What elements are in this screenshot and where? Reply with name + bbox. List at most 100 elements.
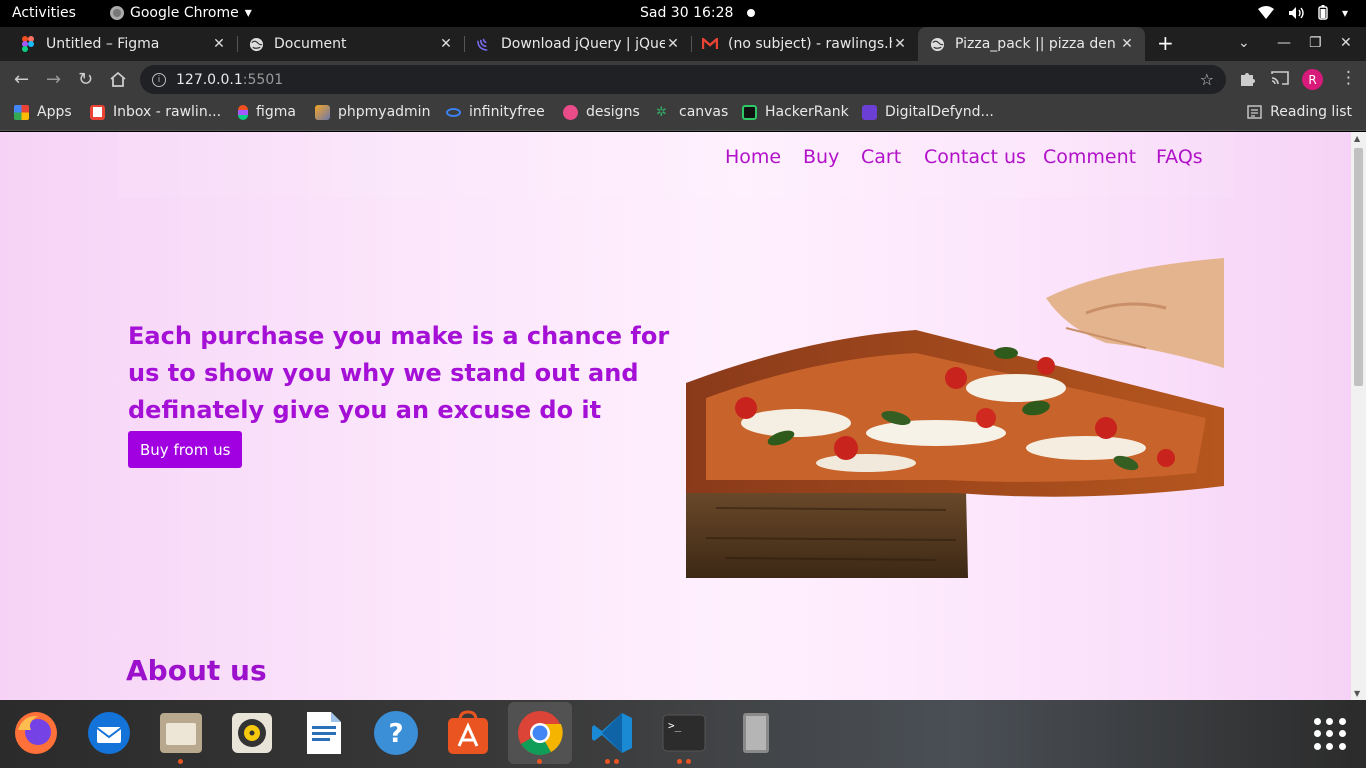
- bookmark-apps[interactable]: Apps: [14, 104, 72, 120]
- tab-title: Untitled – Figma: [46, 36, 160, 52]
- window-close-icon[interactable]: ✕: [1340, 35, 1352, 51]
- bookmark-canvas[interactable]: ✲ canvas: [656, 104, 728, 120]
- page-scrollbar[interactable]: ▲ ▼: [1351, 132, 1366, 700]
- gmail-icon: [90, 104, 105, 120]
- scroll-up-arrow-icon[interactable]: ▲: [1354, 134, 1360, 143]
- nav-cart[interactable]: Cart: [861, 146, 901, 168]
- clock[interactable]: Sad 30 16:28: [640, 5, 756, 21]
- avatar-initial: R: [1308, 72, 1317, 87]
- site-info-icon[interactable]: i: [152, 72, 166, 87]
- web-page: Home Buy Cart Contact us Comment FAQs Ea…: [0, 132, 1351, 700]
- bookmark-label: DigitalDefynd...: [885, 104, 994, 120]
- bookmark-digitaldefynd[interactable]: DigitalDefynd...: [862, 104, 994, 120]
- close-icon[interactable]: ✕: [211, 36, 227, 52]
- infinityfree-icon: [446, 107, 461, 117]
- vscode-icon: [592, 713, 632, 753]
- dock-thunderbird[interactable]: [84, 708, 134, 758]
- tab-jquery[interactable]: Download jQuery | jQue ✕: [464, 27, 691, 61]
- bookmark-inbox[interactable]: Inbox - rawlin...: [90, 104, 221, 120]
- home-icon[interactable]: [109, 71, 127, 88]
- back-arrow-icon[interactable]: ←: [14, 69, 29, 90]
- bookmarks-bar: Apps Inbox - rawlin... figma phpmyadmin …: [0, 98, 1366, 131]
- nav-contact-us[interactable]: Contact us: [924, 146, 1026, 168]
- nav-home[interactable]: Home: [725, 146, 781, 168]
- reading-list-button[interactable]: Reading list: [1247, 104, 1352, 120]
- svg-text:>_: >_: [668, 719, 682, 732]
- tab-title: Document: [274, 36, 347, 52]
- close-icon[interactable]: ✕: [1119, 36, 1135, 52]
- maximize-icon[interactable]: ❐: [1309, 35, 1322, 51]
- running-indicator: [537, 759, 542, 764]
- wifi-icon: [1257, 5, 1274, 19]
- app-menu[interactable]: Google Chrome ▾: [110, 5, 252, 21]
- dock-files[interactable]: [156, 708, 206, 764]
- tab-search-chevron-icon[interactable]: ⌄: [1238, 35, 1250, 51]
- bookmark-infinityfree[interactable]: infinityfree: [446, 104, 545, 120]
- show-applications-icon[interactable]: [1314, 718, 1346, 750]
- bookmark-designs[interactable]: designs: [563, 104, 640, 120]
- close-icon[interactable]: ✕: [665, 36, 681, 52]
- new-tab-plus-icon[interactable]: +: [1157, 31, 1174, 55]
- tab-gmail[interactable]: (no subject) - rawlings.h ✕: [691, 27, 918, 61]
- forward-arrow-icon[interactable]: →: [46, 69, 61, 90]
- minimize-icon[interactable]: —: [1277, 35, 1291, 51]
- dock-chrome[interactable]: [508, 702, 572, 764]
- dock-software-center[interactable]: [443, 708, 493, 758]
- dock-libreoffice-writer[interactable]: [299, 708, 349, 758]
- tab-figma[interactable]: Untitled – Figma ✕: [0, 27, 237, 61]
- scrollbar-thumb[interactable]: [1354, 148, 1363, 386]
- removable-drive-icon: [743, 713, 769, 753]
- close-icon[interactable]: ✕: [892, 36, 908, 52]
- phpmyadmin-icon: [315, 104, 330, 120]
- kebab-menu-icon[interactable]: ⋮: [1340, 68, 1357, 88]
- nav-buy[interactable]: Buy: [803, 146, 839, 168]
- url-host: 127.0.0.1: [176, 71, 243, 88]
- firefox-icon: [15, 712, 57, 754]
- bookmark-phpmyadmin[interactable]: phpmyadmin: [315, 104, 430, 120]
- tab-title: Pizza_pack || pizza den: [955, 36, 1116, 52]
- running-indicator: [677, 759, 682, 764]
- browser-toolbar: ← → ↻ i 127.0.0.1:5501 ☆ R ⋮: [0, 61, 1366, 98]
- dock: ? >_: [0, 700, 1366, 768]
- software-center-icon: [448, 710, 488, 754]
- app-menu-label: Google Chrome: [130, 5, 239, 21]
- tab-pizza-pack[interactable]: Pizza_pack || pizza den ✕: [918, 27, 1145, 61]
- tab-document[interactable]: Document ✕: [237, 27, 464, 61]
- close-icon[interactable]: ✕: [438, 36, 454, 52]
- profile-avatar[interactable]: R: [1302, 69, 1323, 90]
- bookmark-label: Inbox - rawlin...: [113, 104, 222, 120]
- bookmark-hackerrank[interactable]: HackerRank: [742, 104, 849, 120]
- url-port: :5501: [242, 71, 284, 88]
- bookmark-star-icon[interactable]: ☆: [1200, 70, 1214, 89]
- system-tray[interactable]: ▾: [1257, 5, 1348, 20]
- dock-removable-drive[interactable]: [731, 708, 781, 758]
- address-bar[interactable]: i 127.0.0.1:5501 ☆: [140, 65, 1226, 94]
- volume-icon: [1288, 6, 1304, 19]
- nav-faqs[interactable]: FAQs: [1156, 146, 1203, 168]
- clock-label: Sad 30 16:28: [640, 5, 734, 21]
- dock-rhythmbox[interactable]: [227, 708, 277, 758]
- figma-icon: [238, 104, 248, 120]
- nav-comment[interactable]: Comment: [1043, 146, 1136, 168]
- digitaldefynd-icon: [862, 104, 877, 120]
- activities-button[interactable]: Activities: [12, 5, 76, 21]
- reload-icon[interactable]: ↻: [78, 69, 93, 90]
- gmail-icon: [702, 36, 718, 52]
- scroll-down-arrow-icon[interactable]: ▼: [1354, 689, 1360, 698]
- dock-vscode[interactable]: [587, 708, 637, 764]
- buy-from-us-button[interactable]: Buy from us: [128, 431, 243, 468]
- bookmark-label: figma: [256, 104, 296, 120]
- notification-dot-icon: [747, 9, 756, 17]
- apps-grid-icon: [14, 104, 29, 120]
- bookmark-figma[interactable]: figma: [238, 104, 296, 120]
- system-top-bar: Activities Google Chrome ▾ Sad 30 16:28 …: [0, 0, 1366, 27]
- dock-terminal[interactable]: >_: [659, 708, 709, 764]
- dock-firefox[interactable]: [11, 708, 61, 758]
- dock-help[interactable]: ?: [371, 708, 421, 758]
- bookmark-label: designs: [586, 104, 640, 120]
- cast-icon[interactable]: [1271, 70, 1289, 86]
- extensions-puzzle-icon[interactable]: [1239, 70, 1256, 87]
- svg-text:?: ?: [388, 719, 403, 749]
- tab-strip: Untitled – Figma ✕ Document ✕ Download j…: [0, 27, 1366, 61]
- bookmark-label: HackerRank: [765, 104, 849, 120]
